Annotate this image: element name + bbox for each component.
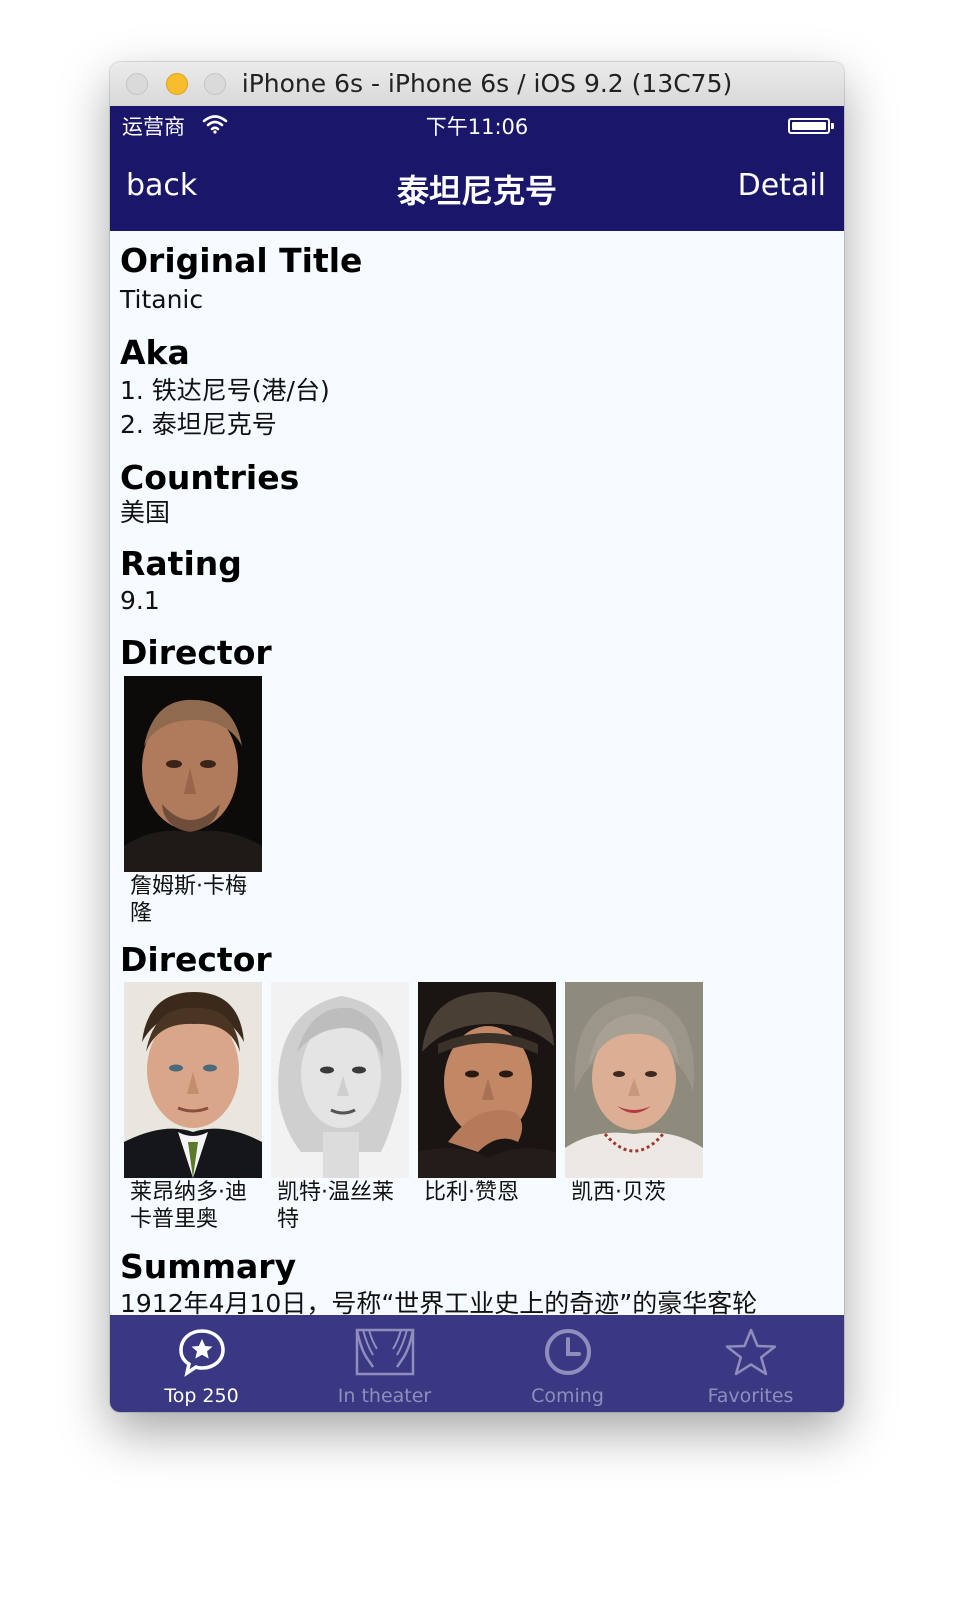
cast-photo [271,982,409,1178]
summary-heading: Summary [120,1247,297,1286]
window-title: iPhone 6s - iPhone 6s / iOS 9.2 (13C75) [241,69,733,98]
cast-photo [565,982,703,1178]
cast-name: 莱昂纳多·迪卡普里奥 [130,1180,247,1232]
cast-card[interactable]: 凯西·贝茨 [565,982,703,1206]
cast-photo [124,982,262,1178]
page-title: 泰坦尼克号 [396,172,557,210]
tab-coming[interactable]: Coming [476,1315,659,1412]
window-titlebar: iPhone 6s - iPhone 6s / iOS 9.2 (13C75) [110,62,844,107]
simulator-window: iPhone 6s - iPhone 6s / iOS 9.2 (13C75) … [110,62,844,1412]
aka-item: 2. 泰坦尼克号 [120,410,277,439]
cast-name: 凯西·贝茨 [571,1180,666,1205]
status-bar: 运营商 下午11:06 [110,106,844,146]
countries-value: 美国 [120,498,171,527]
chat-star-icon [178,1329,225,1377]
cast-name: 凯特·温丝莱特 [277,1180,394,1232]
navigation-bar: back 泰坦尼克号 Detail [110,146,844,231]
director-name: 詹姆斯·卡梅隆 [130,874,247,926]
battery-tip [831,123,834,129]
tab-favorites[interactable]: Favorites [659,1315,842,1412]
original-title-value: Titanic [120,285,204,314]
tab-label: Coming [531,1385,604,1407]
rating-value: 9.1 [120,586,160,615]
director-card[interactable]: 詹姆斯·卡梅隆 [124,676,262,927]
tab-label: In theater [337,1385,432,1407]
cast-card[interactable]: 比利·赞恩 [418,982,556,1206]
detail-button[interactable]: Detail [738,168,826,203]
cast-heading: Director [120,940,272,979]
cast-card[interactable]: 莱昂纳多·迪卡普里奥 [124,982,262,1233]
tab-top-250[interactable]: Top 250 [110,1315,293,1412]
director-heading: Director [120,633,272,672]
cast-name: 比利·赞恩 [424,1180,519,1205]
movie-detail-content[interactable]: Original Title Titanic Aka 1. 铁达尼号(港/台) … [110,231,844,1315]
tab-bar: Top 250 In theater Coming Favorites [110,1315,844,1412]
star-icon [725,1328,776,1376]
cast-photo [418,982,556,1178]
theater-icon [355,1328,414,1376]
battery-icon [788,118,830,134]
countries-heading: Countries [120,458,300,497]
clock-icon [544,1329,591,1375]
aka-item: 1. 铁达尼号(港/台) [120,376,330,405]
summary-text: 1912年4月10日，号称“世界工业史上的奇迹”的豪华客轮 [120,1289,758,1315]
cast-card[interactable]: 凯特·温丝莱特 [271,982,409,1233]
tab-in-theater[interactable]: In theater [293,1315,476,1412]
status-time: 下午11:06 [425,115,529,139]
original-title-heading: Original Title [120,241,363,280]
tab-label: Favorites [707,1385,794,1407]
aka-heading: Aka [120,333,190,372]
rating-heading: Rating [120,544,242,583]
tab-label: Top 250 [164,1385,239,1407]
director-photo [124,676,262,872]
